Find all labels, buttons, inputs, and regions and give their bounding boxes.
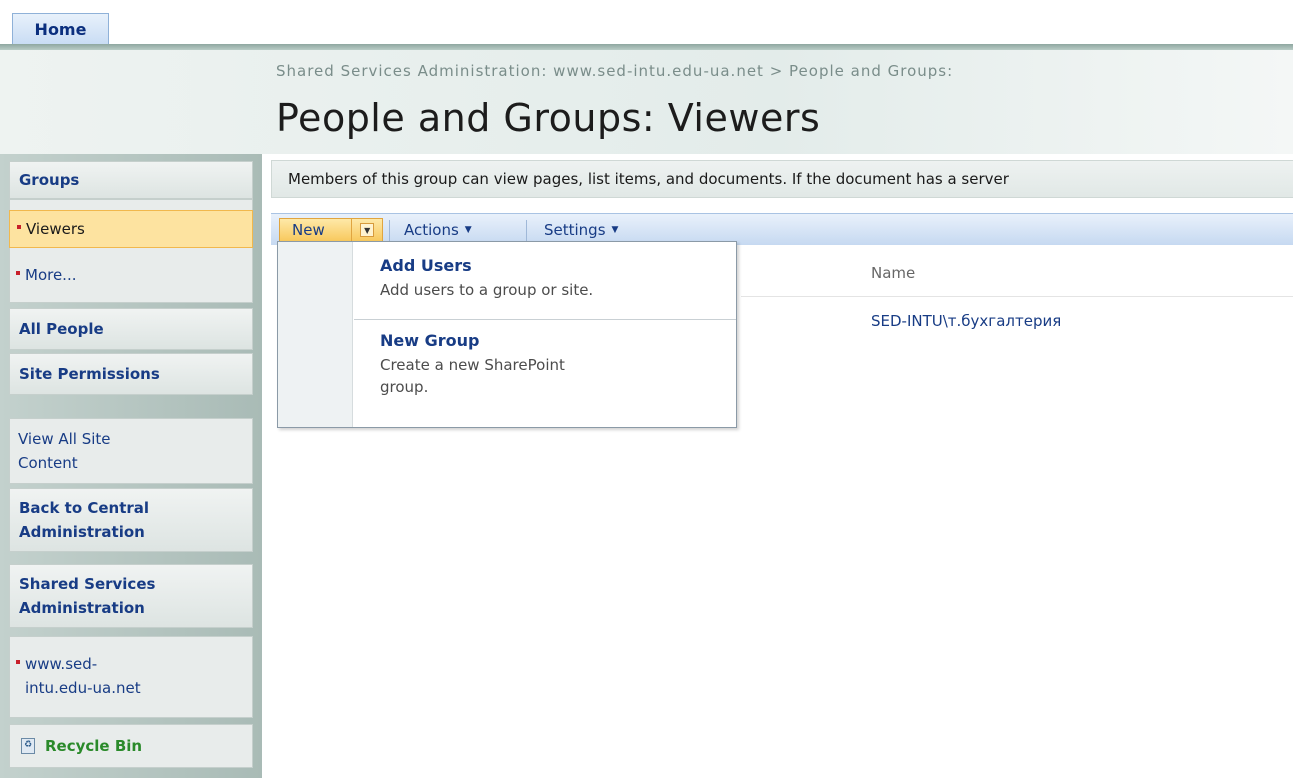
menu-item-description-line: Create a new SharePoint (380, 356, 565, 374)
bullet-icon (16, 271, 20, 275)
nav-heading-label: Administration (19, 599, 145, 617)
breadcrumb[interactable]: Shared Services Administration: www.sed-… (276, 62, 953, 80)
actions-menu-button[interactable]: Actions ▼ (404, 218, 472, 242)
new-button-label: New (292, 221, 325, 239)
menu-separator (354, 319, 736, 320)
nav-item-more[interactable]: More... (9, 258, 253, 292)
menu-item-add-users[interactable]: Add Users Add users to a group or site. (354, 256, 736, 301)
toolbar-separator (526, 220, 527, 242)
header-divider (741, 296, 1293, 297)
chevron-down-icon: ▼ (360, 223, 375, 237)
nav-heading-shared-services-admin[interactable]: Shared Services Administration (9, 564, 253, 628)
new-dropdown-menu: Add Users Add users to a group or site. … (277, 241, 737, 428)
menu-item-description: Add users to a group or site. (380, 281, 594, 299)
menu-icon-gutter (278, 242, 353, 427)
recycle-bin-icon: ♻ (21, 738, 35, 754)
column-header-name[interactable]: Name (871, 264, 915, 282)
nav-heading-back-to-central-admin[interactable]: Back to Central Administration (9, 488, 253, 552)
bullet-icon (16, 660, 20, 664)
new-dropdown-toggle[interactable]: ▼ (351, 219, 382, 241)
toolbar-separator (389, 220, 390, 242)
nav-item-label: View All Site (18, 430, 111, 448)
nav-heading-label: Back to Central (19, 499, 150, 517)
actions-label: Actions (404, 221, 459, 239)
settings-menu-button[interactable]: Settings ▼ (544, 218, 618, 242)
menu-item-title: Add Users (380, 256, 472, 275)
nav-heading-site-permissions[interactable]: Site Permissions (9, 353, 253, 395)
page-title: People and Groups: Viewers (276, 96, 821, 140)
nav-heading-label: Shared Services (19, 575, 156, 593)
nav-item-site-url[interactable]: www.sed- intu.edu-ua.net (9, 640, 253, 712)
bullet-icon (17, 225, 21, 229)
menu-item-description: Create a new SharePoint group. (380, 354, 736, 398)
nav-item-label: www.sed- (25, 655, 98, 673)
chevron-down-icon: ▼ (464, 225, 472, 235)
nav-item-view-all-site-content[interactable]: View All Site Content (9, 422, 253, 480)
nav-heading-groups[interactable]: Groups (9, 161, 253, 199)
nav-heading-all-people[interactable]: All People (9, 308, 253, 350)
nav-item-label: Content (18, 454, 78, 472)
chevron-down-icon: ▼ (611, 225, 619, 235)
new-menu-button[interactable]: New ▼ (279, 218, 383, 242)
nav-heading-label: Administration (19, 523, 145, 541)
nav-item-label: Recycle Bin (45, 737, 143, 755)
tab-home[interactable]: Home (12, 13, 109, 44)
nav-item-label: intu.edu-ua.net (25, 679, 141, 697)
settings-label: Settings (544, 221, 606, 239)
group-description: Members of this group can view pages, li… (271, 160, 1293, 198)
menu-item-description-line: group. (380, 378, 429, 396)
menu-item-title: New Group (380, 331, 480, 350)
top-nav-bar: Home (0, 0, 1293, 44)
member-link[interactable]: SED-INTU\т.бухгалтерия (871, 312, 1061, 330)
nav-item-viewers[interactable]: Viewers (9, 210, 253, 248)
nav-item-label: More... (25, 266, 77, 284)
nav-item-recycle-bin[interactable]: ♻ Recycle Bin (9, 726, 253, 766)
menu-item-new-group[interactable]: New Group Create a new SharePoint group. (354, 331, 736, 398)
nav-item-label: Viewers (26, 220, 85, 238)
